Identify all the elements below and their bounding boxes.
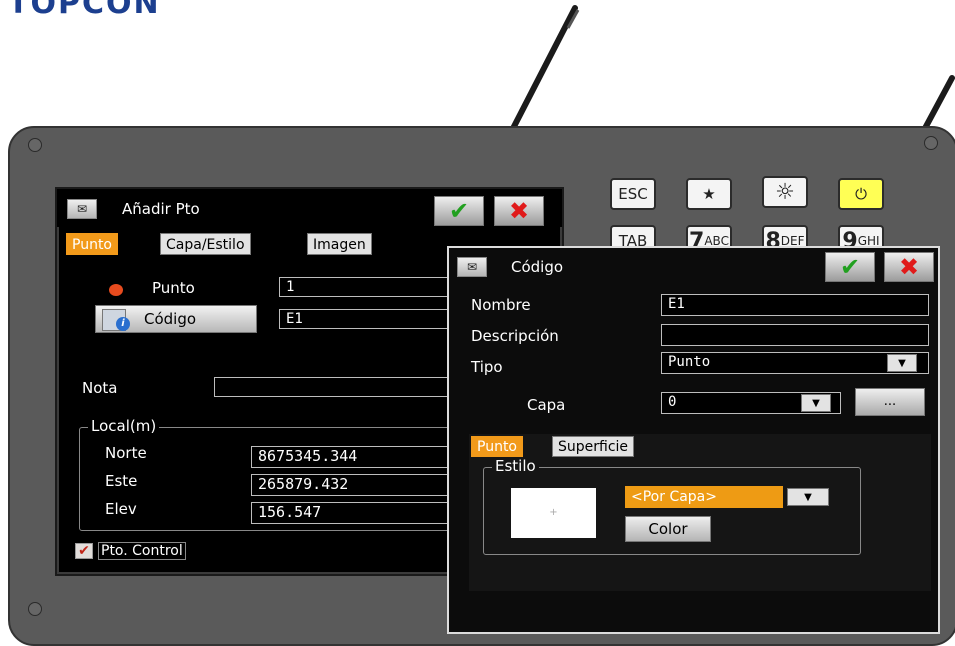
brand-logo: TOPCON bbox=[8, 0, 161, 21]
codigo-button[interactable]: i Código bbox=[95, 305, 257, 333]
titlebar: ✉ Añadir Pto ✔ ✖ bbox=[57, 189, 562, 227]
este-label: Este bbox=[105, 472, 138, 490]
symbol-preview: + bbox=[511, 488, 596, 538]
punto-field[interactable]: 1 bbox=[279, 277, 459, 297]
screw bbox=[924, 136, 938, 150]
style-dropdown-icon[interactable]: ▼ bbox=[787, 488, 829, 506]
tab-punto-style[interactable]: Punto bbox=[471, 436, 523, 457]
codigo-dialog: ✉ Código ✔ ✖ Nombre E1 Descripción Tipo … bbox=[447, 246, 940, 634]
nombre-label: Nombre bbox=[471, 296, 531, 314]
descripcion-field[interactable] bbox=[661, 324, 929, 346]
window-title: Añadir Pto bbox=[122, 200, 200, 218]
capa-label: Capa bbox=[527, 396, 566, 414]
pto-control-label: Pto. Control bbox=[98, 542, 186, 560]
local-group-title: Local(m) bbox=[88, 417, 160, 435]
descripcion-label: Descripción bbox=[471, 327, 559, 345]
nota-label: Nota bbox=[82, 379, 118, 397]
norte-field[interactable]: 8675345.344 bbox=[251, 446, 451, 468]
menu-icon[interactable]: ✉ bbox=[457, 257, 487, 277]
tab-superficie[interactable]: Superficie bbox=[552, 436, 635, 457]
tipo-dropdown-icon[interactable]: ▼ bbox=[887, 354, 917, 372]
norte-label: Norte bbox=[105, 444, 147, 462]
tipo-label: Tipo bbox=[471, 358, 503, 376]
elev-field[interactable]: 156.547 bbox=[251, 502, 451, 524]
check-icon: ✔ bbox=[839, 253, 861, 281]
capa-more-button[interactable]: ... bbox=[855, 388, 925, 416]
tab-imagen[interactable]: Imagen bbox=[307, 233, 372, 255]
codigo-field[interactable]: E1 bbox=[279, 309, 459, 329]
brightness-key[interactable]: ☼ bbox=[762, 176, 808, 208]
capa-dropdown-icon[interactable]: ▼ bbox=[801, 394, 831, 412]
tab-punto[interactable]: Punto bbox=[66, 233, 118, 255]
point-dot-icon bbox=[109, 284, 123, 296]
tab-capa-estilo[interactable]: Capa/Estilo bbox=[160, 233, 251, 255]
screw bbox=[28, 602, 42, 616]
ok-button[interactable]: ✔ bbox=[434, 196, 484, 226]
check-icon: ✔ bbox=[448, 197, 470, 225]
screw bbox=[28, 138, 42, 152]
este-field[interactable]: 265879.432 bbox=[251, 474, 451, 496]
nota-field[interactable] bbox=[214, 377, 459, 397]
elev-label: Elev bbox=[105, 500, 137, 518]
dialog-title: Código bbox=[511, 258, 564, 276]
dialog-cancel-button[interactable]: ✖ bbox=[884, 252, 934, 282]
dialog-ok-button[interactable]: ✔ bbox=[825, 252, 875, 282]
punto-label: Punto bbox=[152, 279, 195, 297]
pto-control-checkbox[interactable]: ✔ bbox=[75, 543, 93, 559]
power-key[interactable]: ⏻ bbox=[838, 178, 884, 210]
close-icon: ✖ bbox=[508, 197, 530, 225]
menu-icon[interactable]: ✉ bbox=[67, 199, 97, 219]
color-button[interactable]: Color bbox=[625, 516, 711, 542]
codigo-button-label: Código bbox=[144, 310, 197, 328]
estilo-group-title: Estilo bbox=[492, 457, 539, 475]
cancel-button[interactable]: ✖ bbox=[494, 196, 544, 226]
close-icon: ✖ bbox=[898, 253, 920, 281]
nombre-field[interactable]: E1 bbox=[661, 294, 929, 316]
esc-key[interactable]: ESC bbox=[610, 178, 656, 210]
info-icon: i bbox=[116, 317, 130, 331]
style-select[interactable]: <Por Capa> bbox=[625, 486, 783, 508]
star-key[interactable]: ★ bbox=[686, 178, 732, 210]
